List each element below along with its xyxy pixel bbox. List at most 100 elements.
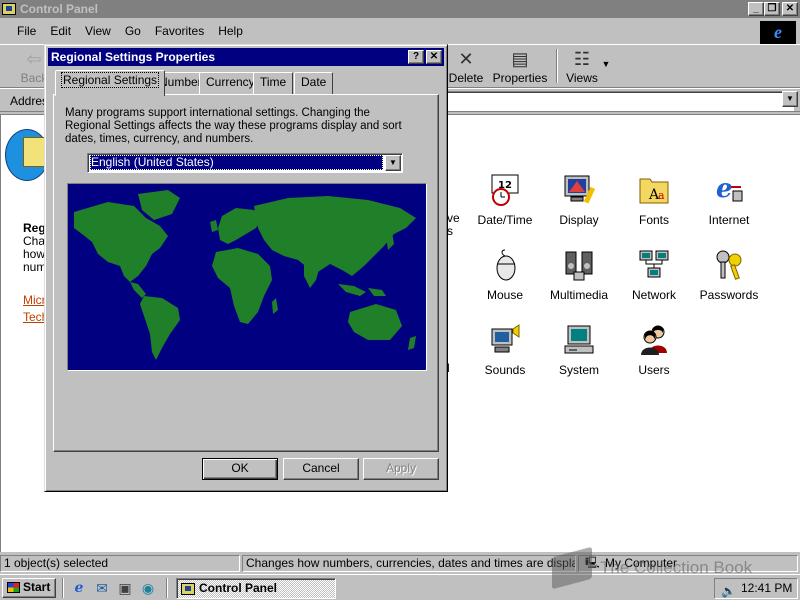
dialog-title: Regional Settings Properties: [51, 50, 216, 64]
svg-text:e: e: [716, 174, 733, 204]
delete-label: Delete: [448, 71, 484, 85]
item-system[interactable]: System: [540, 323, 618, 377]
item-sounds[interactable]: Sounds: [466, 323, 544, 377]
ie-quick-launch-icon[interactable]: e: [70, 580, 88, 598]
locale-select[interactable]: English (United States) ▼: [87, 153, 403, 173]
item-label: Display: [559, 213, 599, 227]
properties-button[interactable]: ▤ Properties: [490, 49, 550, 85]
item-label: Network: [631, 288, 676, 302]
item-multimedia[interactable]: Multimedia: [540, 248, 618, 302]
menu-file[interactable]: File: [10, 24, 43, 38]
help-button[interactable]: ?: [408, 50, 424, 64]
tab-label: Currency: [206, 75, 255, 89]
properties-icon: ▤: [511, 49, 529, 69]
windows-flag-icon: [7, 582, 20, 593]
channels-icon[interactable]: ◉: [139, 580, 157, 598]
calendar-clock-icon: 12: [489, 173, 521, 207]
cancel-button[interactable]: Cancel: [283, 458, 359, 480]
close-button[interactable]: ✕: [782, 2, 798, 16]
ie-logo-icon: e: [760, 21, 796, 45]
main-title-bar[interactable]: Control Panel _ ❐ ✕: [0, 0, 800, 18]
item-internet[interactable]: e Internet: [690, 173, 768, 227]
svg-text:a: a: [658, 189, 665, 202]
status-info: Changes how numbers, currencies, dates a…: [242, 555, 576, 572]
item-label: Users: [638, 363, 670, 377]
dialog-title-bar[interactable]: Regional Settings Properties ? ✕: [48, 48, 444, 66]
outlook-express-icon[interactable]: ✉: [93, 580, 111, 598]
network-icon: [638, 248, 670, 282]
item-label: Date/Time: [477, 213, 533, 227]
world-map-graphic: [74, 190, 416, 360]
apply-button[interactable]: Apply: [363, 458, 439, 480]
tab-regional-settings[interactable]: Regional Settings: [55, 70, 166, 96]
multimedia-icon: [563, 248, 595, 282]
minimize-button[interactable]: _: [748, 2, 764, 16]
monitor-icon: [563, 173, 596, 207]
item-label: Fonts: [638, 213, 669, 227]
views-dropdown-arrow[interactable]: ▼: [596, 59, 616, 69]
show-desktop-icon[interactable]: ▣: [116, 580, 134, 598]
start-button[interactable]: Start: [2, 578, 56, 598]
menu-bar: File Edit View Go Favorites Help: [0, 20, 800, 42]
menu-favorites[interactable]: Favorites: [148, 24, 211, 38]
views-label: Views: [566, 71, 598, 85]
menu-view[interactable]: View: [78, 24, 118, 38]
quick-launch-separator: [62, 578, 64, 598]
item-date-time[interactable]: 12 Date/Time: [466, 173, 544, 227]
maximize-button[interactable]: ❐: [764, 2, 780, 16]
item-users[interactable]: Users: [615, 323, 693, 377]
item-label: Internet: [708, 213, 750, 227]
item-display[interactable]: Display: [540, 173, 618, 227]
speaker-icon[interactable]: 🔈: [721, 582, 736, 600]
world-map[interactable]: [67, 183, 427, 371]
item-label: Passwords: [699, 288, 759, 302]
internet-icon: e: [713, 173, 745, 207]
tab-label: Date: [301, 75, 327, 89]
partial-item-label: ve: [447, 211, 460, 225]
clock[interactable]: 12:41 PM: [741, 581, 792, 595]
item-label: System: [558, 363, 599, 377]
ok-button[interactable]: OK: [202, 458, 278, 480]
sounds-icon: [489, 323, 521, 357]
dialog-close-button[interactable]: ✕: [426, 50, 442, 64]
locale-dropdown-arrow[interactable]: ▼: [385, 155, 401, 171]
item-passwords[interactable]: Passwords: [690, 248, 768, 302]
main-window-title: Control Panel: [20, 2, 99, 16]
item-label: Sounds: [484, 363, 526, 377]
item-mouse[interactable]: Mouse: [466, 248, 544, 302]
keys-icon: [713, 248, 745, 282]
computer-icon: [563, 323, 595, 357]
mouse-icon: [489, 248, 521, 282]
tab-label: Number: [159, 75, 202, 89]
item-label: Mouse: [486, 288, 524, 302]
taskbar-button-label: Control Panel: [199, 581, 278, 595]
delete-x-icon: ✕: [458, 49, 474, 69]
fonts-folder-icon: Aa: [638, 173, 670, 207]
tab-label: Time: [260, 75, 287, 89]
address-dropdown-button[interactable]: ▼: [782, 91, 798, 107]
status-location: 🖳 My Computer: [578, 555, 798, 572]
quick-launch-separator: [166, 578, 168, 598]
status-location-text: My Computer: [605, 556, 678, 570]
item-fonts[interactable]: Aa Fonts: [615, 173, 693, 227]
taskbar: Start e ✉ ▣ ◉ Control Panel 🔈 12:41 PM: [0, 574, 800, 600]
menu-help[interactable]: Help: [211, 24, 250, 38]
users-icon: [638, 323, 670, 357]
menu-edit[interactable]: Edit: [43, 24, 78, 38]
item-network[interactable]: Network: [615, 248, 693, 302]
back-arrow-icon: ⇦: [26, 49, 42, 69]
properties-label: Properties: [492, 71, 548, 85]
tab-time[interactable]: Time: [253, 72, 294, 94]
control-panel-icon: [181, 583, 195, 595]
status-selection: 1 object(s) selected: [0, 555, 240, 572]
tab-date[interactable]: Date: [294, 72, 334, 94]
status-bar: 1 object(s) selected Changes how numbers…: [0, 553, 800, 573]
tab-label: Regional Settings: [60, 72, 160, 88]
system-tray: 🔈 12:41 PM: [714, 578, 798, 599]
taskbar-button-control-panel[interactable]: Control Panel: [176, 578, 336, 599]
tab-panel: Many programs support international sett…: [53, 94, 439, 452]
locale-selected-value: English (United States): [90, 155, 383, 170]
item-label: Multimedia: [549, 288, 609, 302]
menu-go[interactable]: Go: [118, 24, 148, 38]
views-icon: ☷: [573, 49, 591, 69]
